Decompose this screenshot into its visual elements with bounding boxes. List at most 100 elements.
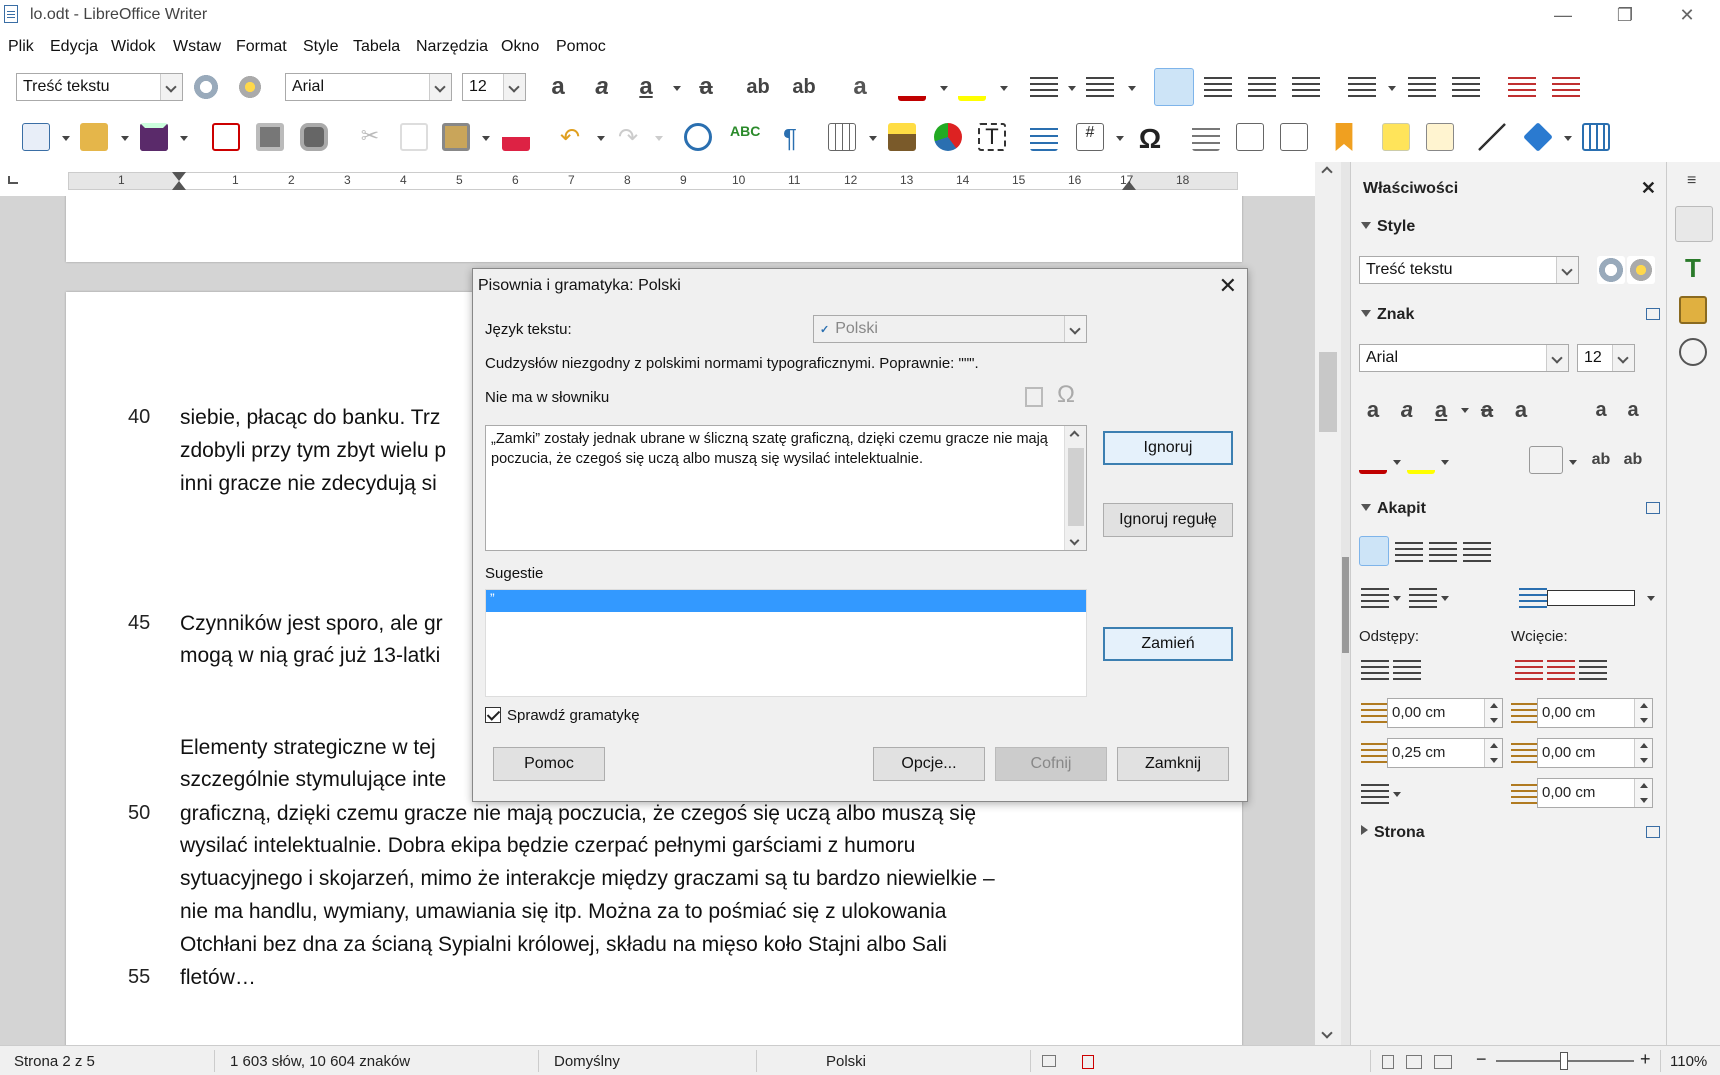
horizontal-ruler[interactable]: 1 1 2 3 4 5 6 7 8 9 10 11 12 13 14 15 16… <box>0 162 1315 196</box>
first-indent-marker-icon[interactable] <box>172 172 186 181</box>
zoom-out-button[interactable]: − <box>1476 1049 1487 1070</box>
sidebar-font-size-combo[interactable]: 12 <box>1577 344 1635 372</box>
open-dropdown-icon[interactable] <box>121 136 129 141</box>
sidebar-subscript-icon[interactable]: ab <box>1619 446 1647 474</box>
sidebar-strikethrough-icon[interactable]: a <box>1473 396 1501 424</box>
special-character-icon[interactable]: Ω <box>1057 381 1075 409</box>
menu-pomoc[interactable]: Pomoc <box>556 38 606 56</box>
new-dropdown-icon[interactable] <box>62 136 70 141</box>
highlight-dropdown-icon[interactable] <box>1000 86 1008 91</box>
font-size-combo[interactable]: 12 <box>462 73 526 101</box>
properties-tab-wrench-icon[interactable] <box>1675 206 1713 242</box>
decrease-spacing-icon[interactable] <box>1452 73 1480 101</box>
background-color-swatch[interactable] <box>1547 590 1635 606</box>
section-akapit[interactable]: Akapit <box>1361 500 1426 518</box>
increase-indent-icon[interactable] <box>1508 73 1536 101</box>
decrease-indent-icon[interactable] <box>1552 73 1580 101</box>
book-view-icon[interactable] <box>1434 1055 1452 1069</box>
character-spacing-icon[interactable] <box>1529 446 1563 474</box>
bold-icon[interactable]: a <box>544 73 572 101</box>
vertical-scrollbar[interactable] <box>1315 162 1341 1045</box>
sidebar-align-left-icon[interactable] <box>1359 536 1389 566</box>
multi-page-view-icon[interactable] <box>1406 1055 1422 1069</box>
first-line-indent-input[interactable]: 0,00 cm <box>1537 778 1653 808</box>
menu-narzedzia[interactable]: Narzędzia <box>416 38 488 56</box>
track-changes-icon[interactable] <box>1426 123 1454 151</box>
insert-field-icon[interactable]: # <box>1076 123 1104 151</box>
sidebar-style-combo[interactable]: Treść tekstu <box>1359 256 1579 284</box>
zoom-slider-thumb[interactable] <box>1560 1052 1568 1070</box>
redo-dropdown-icon[interactable] <box>655 136 663 141</box>
sidebar-menu-icon[interactable]: ≡ <box>1687 172 1696 190</box>
insert-line-icon[interactable] <box>1478 123 1506 151</box>
close-window-button[interactable]: ✕ <box>1664 2 1710 28</box>
footnote-icon[interactable] <box>1236 123 1264 151</box>
sidebar-font-name-combo[interactable]: Arial <box>1359 344 1569 372</box>
bookmark-icon[interactable] <box>1335 123 1353 151</box>
minimize-button[interactable]: — <box>1540 2 1586 28</box>
hanging-indent-icon[interactable] <box>1579 656 1607 684</box>
sidebar-numbered-list-icon[interactable] <box>1409 584 1437 612</box>
italic-icon[interactable]: a <box>588 73 616 101</box>
before-text-indent-input[interactable]: 0,00 cm <box>1537 698 1653 728</box>
undo-icon[interactable]: ↶ <box>556 123 584 151</box>
close-button[interactable]: Zamknij <box>1117 747 1229 781</box>
menu-widok[interactable]: Widok <box>111 38 155 56</box>
highlight-icon[interactable] <box>958 73 986 101</box>
clone-formatting-icon[interactable] <box>502 123 530 151</box>
gallery-tab-icon[interactable] <box>1679 296 1707 324</box>
save-icon[interactable] <box>140 123 168 151</box>
bullet-list-icon[interactable] <box>1030 73 1058 101</box>
toggle-draw-functions-icon[interactable] <box>1582 123 1610 151</box>
insert-image-icon[interactable] <box>888 123 916 151</box>
new-document-icon[interactable] <box>22 123 50 151</box>
scroll-down-icon[interactable] <box>1069 535 1080 546</box>
menu-tabela[interactable]: Tabela <box>353 38 400 56</box>
sentence-textbox[interactable]: „Zamki” zostały jednak ubrane w śliczną … <box>485 425 1087 551</box>
paste-dropdown-icon[interactable] <box>482 136 490 141</box>
page-break-icon[interactable] <box>1030 123 1058 151</box>
menu-okno[interactable]: Okno <box>501 38 539 56</box>
sidebar-decrease-indent-icon[interactable] <box>1547 656 1575 684</box>
before-indent-stepper[interactable] <box>1634 699 1652 727</box>
numbered-list-dropdown-icon[interactable] <box>1128 86 1136 91</box>
decrease-paragraph-spacing-icon[interactable] <box>1393 656 1421 684</box>
insert-textbox-icon[interactable]: T <box>978 123 1006 151</box>
single-page-view-icon[interactable] <box>1382 1055 1394 1069</box>
more-options-icon[interactable] <box>1646 826 1660 838</box>
align-center-icon[interactable] <box>1204 73 1232 101</box>
underline-icon[interactable]: a <box>632 73 660 101</box>
increase-spacing-icon[interactable] <box>1408 73 1436 101</box>
section-style[interactable]: Style <box>1361 218 1415 236</box>
scroll-thumb[interactable] <box>1068 448 1084 526</box>
numbered-list-icon[interactable] <box>1086 73 1114 101</box>
sidebar-close-button[interactable]: ✕ <box>1641 178 1656 199</box>
align-right-icon[interactable] <box>1248 73 1276 101</box>
text-language-combo[interactable]: ✓ Polski <box>813 315 1087 343</box>
restore-button[interactable]: ❐ <box>1602 2 1648 28</box>
superscript-icon[interactable]: ab <box>744 73 772 101</box>
paragraph-style-combo[interactable]: Treść tekstu <box>16 73 183 101</box>
font-color-icon[interactable] <box>898 73 926 101</box>
below-spacing-stepper[interactable] <box>1484 739 1502 767</box>
sidebar-font-color-dropdown-icon[interactable] <box>1393 460 1401 465</box>
zoom-level[interactable]: 110% <box>1670 1053 1707 1070</box>
insert-table-icon[interactable] <box>828 123 856 151</box>
selection-mode-icon[interactable] <box>1042 1055 1056 1067</box>
ignore-rule-button[interactable]: Ignoruj regułę <box>1103 503 1233 537</box>
undo-dropdown-icon[interactable] <box>597 136 605 141</box>
more-options-icon[interactable] <box>1646 502 1660 514</box>
zoom-in-button[interactable]: + <box>1640 1049 1651 1070</box>
styles-tab-icon[interactable]: T <box>1679 254 1707 282</box>
save-dropdown-icon[interactable] <box>180 136 188 141</box>
scroll-up-icon[interactable] <box>1321 166 1333 178</box>
help-button[interactable]: Pomoc <box>493 747 605 781</box>
shapes-dropdown-icon[interactable] <box>1564 136 1572 141</box>
word-count[interactable]: 1 603 słów, 10 604 znaków <box>230 1053 410 1070</box>
document-modified-icon[interactable] <box>1082 1055 1094 1069</box>
sidebar-superscript-icon[interactable]: ab <box>1587 446 1615 474</box>
language-indicator[interactable]: Polski <box>826 1053 866 1070</box>
subscript-icon[interactable]: ab <box>790 73 818 101</box>
sidebar-increase-indent-icon[interactable] <box>1515 656 1543 684</box>
line-spacing-icon[interactable] <box>1348 73 1376 101</box>
